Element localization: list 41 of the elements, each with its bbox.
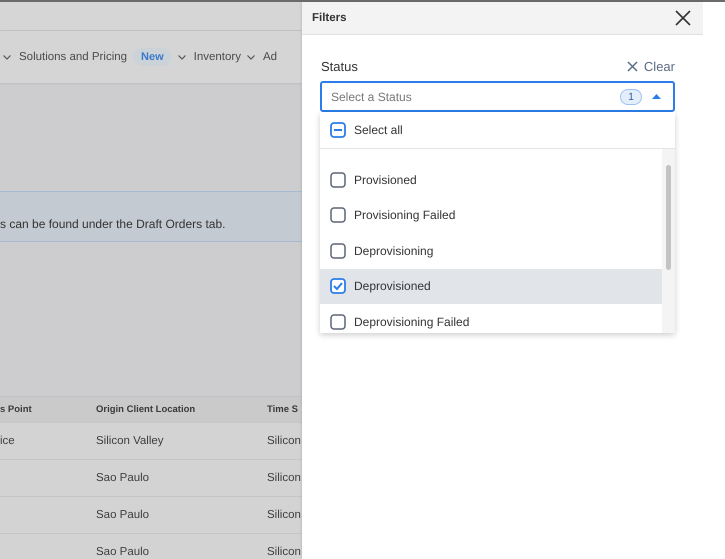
nav-link[interactable]: Ad: [262, 51, 278, 63]
close-icon[interactable]: [675, 10, 691, 26]
status-option[interactable]: Deprovisioning Failed: [320, 304, 662, 333]
table-cell: Silicon: [267, 472, 302, 484]
table-cell: Silicon: [267, 435, 302, 447]
clear-button[interactable]: Clear: [626, 58, 675, 74]
checkbox[interactable]: [330, 207, 346, 224]
count-badge: 1: [620, 88, 642, 104]
checkbox[interactable]: [330, 172, 346, 188]
chevron-down-icon[interactable]: [246, 54, 255, 60]
status-option[interactable]: Provisioning Failed: [320, 198, 662, 233]
new-badge: New: [133, 48, 172, 66]
table-cell-text: Sao Paulo: [96, 509, 150, 521]
column-header: Time S: [267, 404, 299, 415]
table-cell: Silicon: [267, 509, 302, 521]
table-cell-text: Sao Paulo: [96, 546, 150, 558]
table-cell-text: ice: [0, 435, 16, 447]
checkbox[interactable]: [330, 314, 346, 330]
column-header: s Point: [0, 404, 33, 415]
table-cell-text: Sao Paulo: [96, 472, 150, 484]
checkbox[interactable]: [330, 242, 346, 259]
nav-link[interactable]: Inventory: [194, 51, 241, 63]
status-select[interactable]: Select a Status 1: [320, 81, 675, 112]
chevron-down-icon[interactable]: [3, 54, 11, 60]
banner-text: s can be found under the Draft Orders tab.: [0, 217, 226, 231]
chevron-down-icon[interactable]: [178, 54, 186, 60]
field-label: Status: [321, 58, 358, 74]
table-cell-text: Silicon Valley: [96, 435, 165, 447]
status-option[interactable]: Deprovisioning: [320, 233, 662, 268]
select-all-option[interactable]: Select all: [320, 112, 675, 149]
checkbox[interactable]: [330, 122, 346, 138]
nav-link[interactable]: Solutions and Pricing: [19, 51, 128, 63]
panel-title: Filters: [312, 12, 347, 24]
scrollbar-thumb[interactable]: [666, 165, 671, 270]
x-icon: [626, 60, 638, 72]
column-header: Origin Client Location: [96, 404, 196, 415]
checkbox[interactable]: [330, 278, 346, 294]
status-option[interactable]: Deprovisioned: [320, 268, 662, 304]
table-cell: Silicon: [267, 546, 302, 558]
caret-icon: [652, 94, 661, 99]
status-option[interactable]: Provisioned: [320, 162, 662, 198]
